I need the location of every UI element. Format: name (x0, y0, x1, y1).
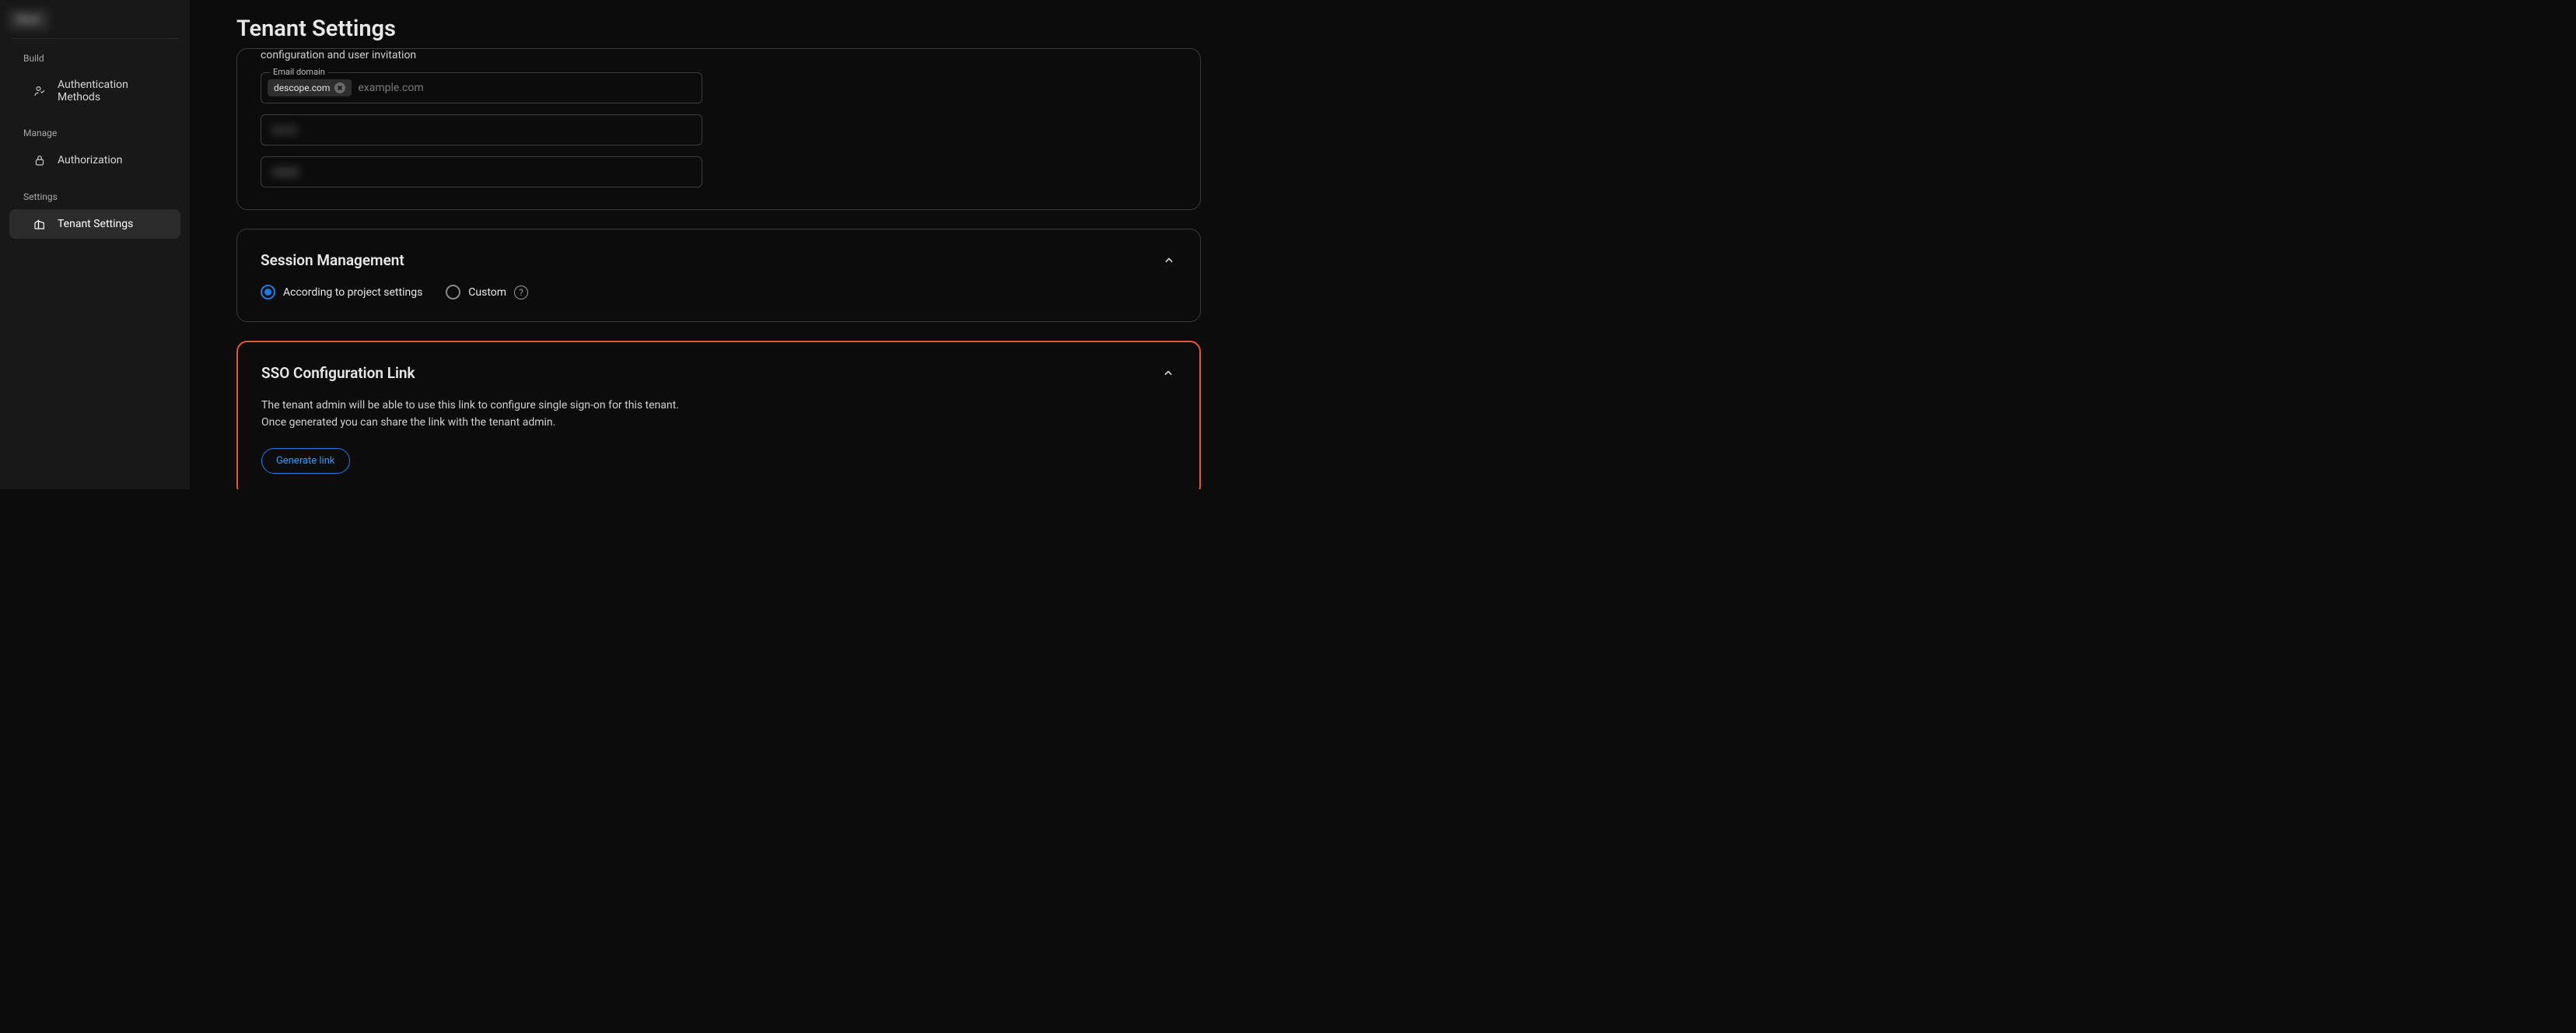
blurred-field-2: xxxxx (261, 156, 1177, 187)
section-label-build: Build (0, 47, 190, 68)
blurred-input-2[interactable]: xxxxx (261, 156, 702, 187)
sidebar-item-label: Authorization (58, 154, 122, 166)
sso-description: The tenant admin will be able to use thi… (261, 397, 681, 431)
domain-chip-label: descope.com (274, 82, 330, 93)
chip-remove-icon[interactable] (334, 82, 345, 93)
email-domain-subtitle: configuration and user invitation (261, 49, 1177, 61)
radio-unchecked-icon (446, 285, 460, 299)
chevron-up-icon[interactable] (1160, 366, 1176, 381)
radio-label: Custom (468, 286, 506, 299)
session-radio-group: According to project settings Custom ? (261, 285, 1177, 299)
session-title: Session Management (261, 251, 404, 269)
sidebar-item-tenant-settings[interactable]: Tenant Settings (9, 209, 180, 239)
email-domain-text-input[interactable] (358, 82, 695, 94)
main-content: Tenant Settings configuration and user i… (190, 0, 1220, 489)
radio-label: According to project settings (283, 286, 422, 299)
sidebar-item-authorization[interactable]: Authorization (9, 145, 180, 175)
chevron-up-icon[interactable] (1161, 253, 1177, 268)
sidebar-item-label: Authentication Methods (58, 79, 168, 103)
generate-link-button[interactable]: Generate link (261, 448, 350, 474)
building-icon (33, 217, 47, 231)
lock-icon (33, 153, 47, 167)
radio-project-settings[interactable]: According to project settings (261, 285, 422, 299)
sso-title: SSO Configuration Link (261, 364, 415, 382)
session-management-card: Session Management According to project … (236, 229, 1201, 322)
sidebar-divider (11, 38, 179, 39)
domain-chip: descope.com (268, 79, 352, 96)
help-icon[interactable]: ? (514, 285, 528, 299)
user-check-icon (33, 84, 47, 98)
sidebar-item-label: Tenant Settings (58, 218, 133, 230)
blurred-value-2: xxxxx (268, 163, 304, 181)
sidebar: Back Build Authentication Methods Manage… (0, 0, 190, 489)
radio-custom[interactable]: Custom ? (446, 285, 528, 299)
generate-link-label: Generate link (276, 455, 335, 467)
section-label-settings: Settings (0, 185, 190, 207)
blurred-input-1[interactable]: xx xx (261, 114, 702, 145)
blurred-value-1: xx xx (268, 121, 301, 139)
email-domain-legend: Email domain (270, 67, 328, 77)
email-domain-card: configuration and user invitation Email … (236, 48, 1201, 210)
section-label-manage: Manage (0, 121, 190, 143)
blurred-field-1: xx xx (261, 114, 1177, 145)
back-chip[interactable]: Back (8, 9, 182, 30)
radio-checked-icon (261, 285, 275, 299)
back-chip-label: Back (8, 9, 49, 30)
sso-configuration-card: SSO Configuration Link The tenant admin … (236, 341, 1201, 489)
page-title: Tenant Settings (236, 16, 1201, 42)
email-domain-field: Email domain descope.com (261, 72, 1177, 103)
email-domain-input[interactable]: descope.com (261, 72, 702, 103)
sidebar-item-auth-methods[interactable]: Authentication Methods (9, 71, 180, 111)
